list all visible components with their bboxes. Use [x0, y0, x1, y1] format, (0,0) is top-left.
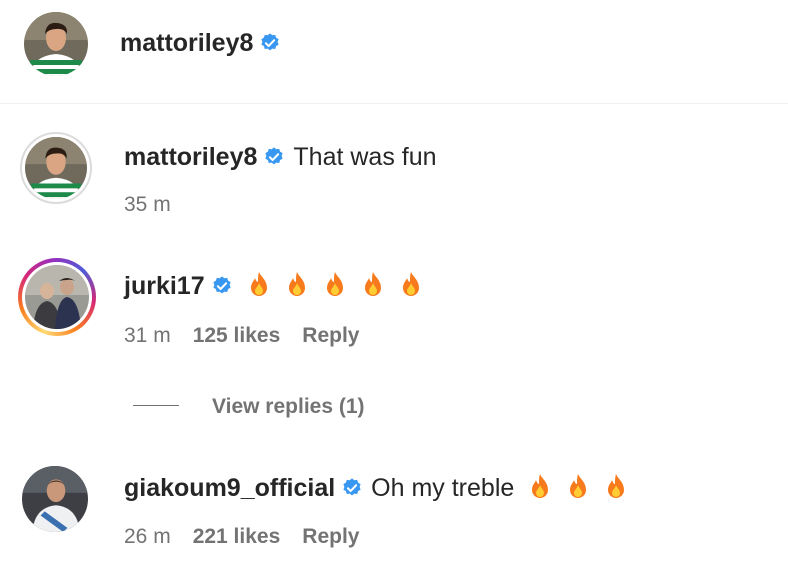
comment-meta: 26 m 221 likes Reply	[124, 524, 359, 550]
view-replies-button[interactable]: View replies (1)	[212, 394, 365, 420]
reply-button[interactable]: Reply	[302, 324, 359, 347]
verified-badge-icon	[211, 275, 233, 297]
fire-emoji-icon	[247, 271, 271, 299]
fire-emoji-icon	[399, 271, 423, 299]
comment-username[interactable]: jurki17	[124, 272, 205, 300]
comment-avatar[interactable]	[22, 466, 88, 532]
comment-avatar[interactable]	[20, 132, 92, 204]
fire-emoji-icon	[528, 473, 552, 501]
comment-text: Oh my treble	[371, 474, 515, 502]
likes-count[interactable]: 221 likes	[193, 525, 281, 548]
header-username[interactable]: mattoriley8	[120, 29, 253, 57]
comment-text: That was fun	[293, 143, 437, 171]
replies-divider-line	[133, 405, 179, 406]
comment-username[interactable]: mattoriley8	[124, 143, 257, 171]
comment-avatar-story-ring[interactable]	[18, 258, 96, 336]
fire-emoji-icon	[566, 473, 590, 501]
comment-time[interactable]: 35 m	[124, 193, 171, 216]
comment-meta: 35 m	[124, 192, 171, 218]
comment-time[interactable]: 31 m	[124, 324, 171, 347]
verified-badge-icon	[341, 477, 363, 499]
comment-meta: 31 m 125 likes Reply	[124, 323, 359, 349]
reply-button[interactable]: Reply	[302, 525, 359, 548]
header-divider	[0, 103, 788, 104]
comment-time[interactable]: 26 m	[124, 525, 171, 548]
likes-count[interactable]: 125 likes	[193, 324, 281, 347]
header-avatar[interactable]	[24, 12, 88, 76]
comment-avatar	[25, 265, 89, 329]
verified-badge-icon	[259, 32, 281, 54]
header-username-row[interactable]: mattoriley8	[120, 28, 281, 58]
comment-line: giakoum9_official Oh my treble	[124, 473, 628, 503]
fire-emoji-icon	[361, 271, 385, 299]
fire-emoji-icon	[323, 271, 347, 299]
comment-line: jurki17	[124, 271, 423, 301]
verified-badge-icon	[263, 146, 285, 168]
comment-line: mattoriley8 That was fun	[124, 142, 437, 172]
fire-emoji-icon	[604, 473, 628, 501]
fire-emoji-icon	[285, 271, 309, 299]
comment-username[interactable]: giakoum9_official	[124, 474, 335, 502]
